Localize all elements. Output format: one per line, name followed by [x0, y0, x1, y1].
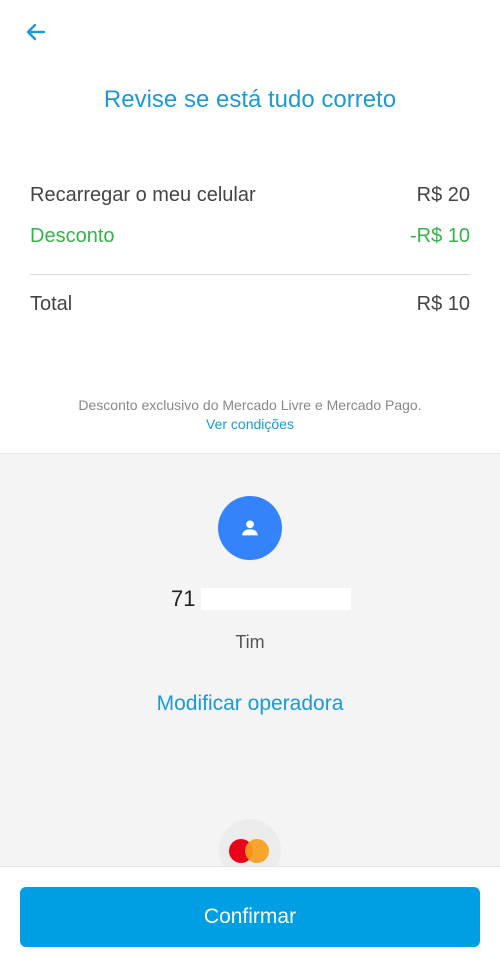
avatar: [218, 496, 282, 560]
phone-number: 71: [171, 586, 352, 612]
discount-label: Desconto: [30, 225, 115, 247]
arrow-left-icon: [26, 23, 46, 41]
recharge-row: Recarregar o meu celular R$ 20: [30, 184, 470, 207]
page-title: Revise se está tudo correto: [103, 86, 397, 113]
recipient-section: 71 Tim Modificar operadora: [0, 453, 500, 778]
phone-prefix: 71: [171, 586, 196, 611]
discount-note: Desconto exclusivo do Mercado Livre e Me…: [0, 396, 500, 434]
recharge-value: R$ 20: [416, 184, 470, 206]
modify-operator-link[interactable]: Modificar operadora: [0, 692, 500, 716]
payment-method-section: [0, 777, 500, 881]
see-conditions-link[interactable]: Ver condições: [0, 415, 500, 434]
divider: [30, 274, 470, 275]
total-row: Total R$ 10: [30, 293, 470, 316]
footer: Confirmar: [0, 866, 500, 966]
person-icon: [242, 520, 258, 536]
discount-note-text: Desconto exclusivo do Mercado Livre e Me…: [78, 397, 422, 413]
total-label: Total: [30, 293, 73, 315]
confirm-button[interactable]: Confirmar: [20, 887, 480, 947]
total-value: R$ 10: [416, 293, 470, 315]
order-summary: Recarregar o meu celular R$ 20 Desconto …: [30, 184, 470, 316]
phone-redaction: [201, 588, 352, 610]
mastercard-orange-circle: [245, 839, 269, 863]
discount-row: Desconto -R$ 10: [30, 225, 470, 248]
discount-value: -R$ 10: [409, 225, 470, 247]
recharge-label: Recarregar o meu celular: [30, 184, 256, 206]
operator-name: Tim: [235, 632, 265, 652]
back-button[interactable]: [18, 14, 54, 50]
